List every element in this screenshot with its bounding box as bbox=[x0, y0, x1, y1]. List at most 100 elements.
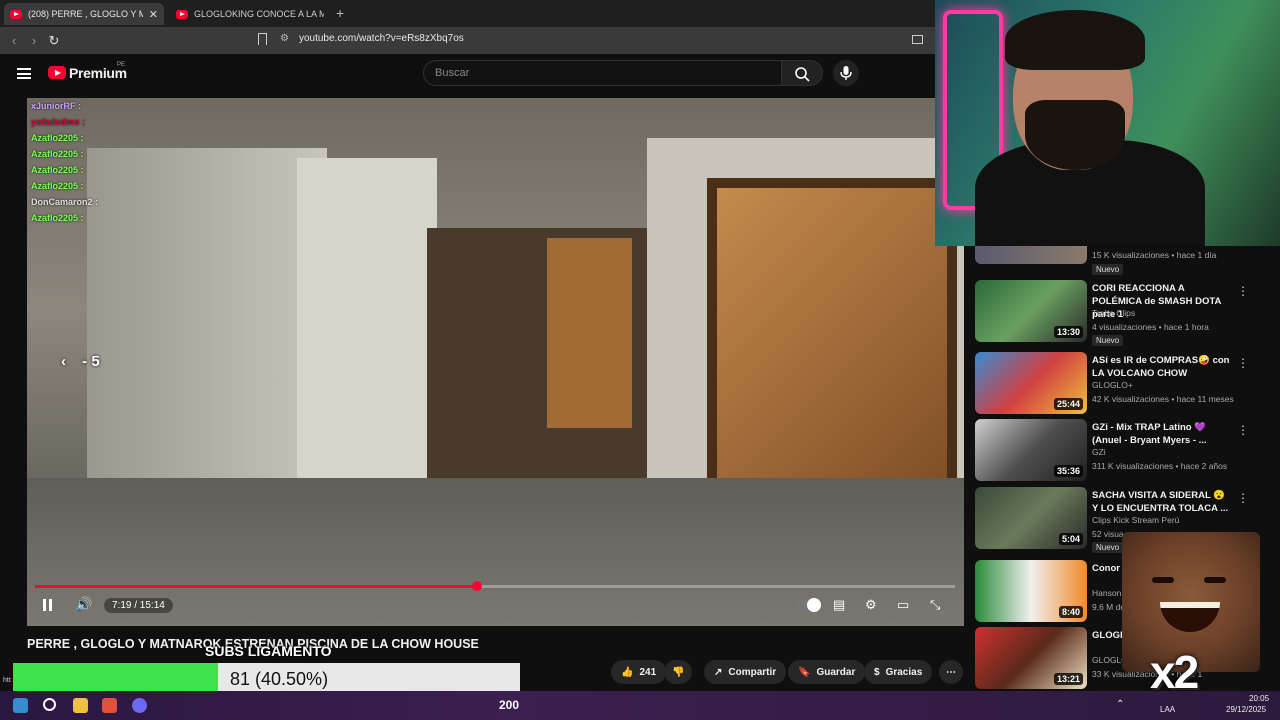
share-button[interactable]: ↗ Compartir bbox=[704, 660, 787, 684]
youtube-favicon-icon bbox=[176, 9, 188, 19]
more-options-icon[interactable]: ⋮ bbox=[1237, 423, 1249, 437]
channel-name[interactable]: Clips Kick Stream Perú bbox=[1092, 515, 1179, 525]
url-field[interactable]: ⚙ youtube.com/watch?v=eRs8zXbq7os bbox=[280, 33, 464, 44]
channel-name[interactable]: Traba Clips bbox=[1092, 308, 1135, 318]
youtube-header: Premium PE Buscar bbox=[0, 54, 935, 98]
video-thumbnail[interactable]: 25:44 bbox=[975, 352, 1087, 414]
tab-title: (208) PERRE , GLOGLO Y MAT bbox=[28, 9, 143, 19]
subs-goal-value: 81 (40.50%) bbox=[230, 669, 329, 689]
youtube-logo-icon[interactable] bbox=[48, 66, 66, 79]
new-badge: Nuevo bbox=[1092, 264, 1124, 275]
close-tab-icon[interactable]: ✕ bbox=[149, 8, 158, 21]
recommendation-item[interactable]: 15 K visualizaciones • hace 1 día Nuevo bbox=[975, 246, 1245, 275]
video-thumbnail[interactable]: 35:36 bbox=[975, 419, 1087, 481]
more-options-icon[interactable]: ⋮ bbox=[1237, 284, 1249, 298]
meme-eye bbox=[1152, 577, 1174, 583]
video-meta: 42 K visualizaciones • hace 11 meses bbox=[1092, 394, 1234, 404]
subs-goal-bar: 81 (40.50%) bbox=[13, 663, 520, 694]
recommendation-item[interactable]: 13:30 CORI REACCIONA A POLÉMICA de SMASH… bbox=[975, 280, 1249, 346]
video-meta: 311 K visualizaciones • hace 2 años bbox=[1092, 461, 1228, 471]
chat-line: Azaflo2205 : bbox=[31, 133, 84, 143]
meme-eye bbox=[1204, 577, 1226, 583]
pause-button[interactable] bbox=[43, 599, 52, 611]
share-icon: ↗ bbox=[714, 666, 723, 678]
video-thumbnail[interactable]: 5:04 bbox=[975, 487, 1087, 549]
video-meta: 9,6 M de bbox=[1092, 602, 1126, 612]
progress-bar[interactable] bbox=[35, 581, 955, 591]
language-indicator[interactable]: LAA bbox=[1160, 705, 1175, 714]
progress-scrubber[interactable] bbox=[471, 581, 482, 591]
fullscreen-icon[interactable]: ⤡ bbox=[930, 597, 940, 613]
cast-icon[interactable] bbox=[912, 35, 923, 44]
chat-line: Azaflo2205 : bbox=[31, 149, 84, 159]
more-options-icon[interactable]: ⋮ bbox=[1237, 356, 1249, 370]
site-info-icon[interactable]: ⚙ bbox=[280, 33, 289, 44]
subs-goal-fill bbox=[13, 663, 219, 694]
search-icon[interactable] bbox=[43, 698, 56, 711]
clock-time[interactable]: 20:05 bbox=[1249, 694, 1269, 703]
bookmark-icon[interactable] bbox=[258, 33, 267, 45]
search-input[interactable]: Buscar bbox=[423, 60, 782, 86]
channel-name[interactable]: GZi bbox=[1092, 447, 1106, 457]
video-meta: 52 visua bbox=[1092, 529, 1124, 539]
reload-icon[interactable]: ↻ bbox=[44, 33, 64, 49]
video-meta: 15 K visualizaciones • hace 1 día bbox=[1092, 250, 1217, 260]
video-thumbnail[interactable]: 13:21 bbox=[975, 627, 1087, 689]
forward-icon[interactable]: › bbox=[24, 33, 44, 48]
like-button[interactable]: 👍 241 bbox=[611, 660, 667, 684]
webcam-person-hair bbox=[1005, 10, 1145, 70]
recommendation-item[interactable]: 25:44 ASí es IR de COMPRAS🤪 con LA VOLCA… bbox=[975, 352, 1249, 416]
stream-chat-overlay: xJuniorRF : yoitulodmo : Azaflo2205 : Az… bbox=[31, 98, 98, 226]
video-thumbnail[interactable]: 8:40 bbox=[975, 560, 1087, 622]
menu-icon[interactable] bbox=[17, 68, 31, 79]
volume-icon[interactable]: 🔊 bbox=[75, 596, 92, 613]
tab-title: GLOGLOKING CONOCE A LA MEJOR bbox=[194, 9, 324, 19]
video-player[interactable]: xJuniorRF : yoitulodmo : Azaflo2205 : Az… bbox=[27, 98, 964, 626]
recommendation-item[interactable]: 35:36 GZi - Mix TRAP Latino 💜 (Anuel - B… bbox=[975, 419, 1249, 483]
chat-line: DonCamaron2 : bbox=[31, 197, 99, 207]
video-title[interactable]: ASí es IR de COMPRAS🤪 con LA VOLCANO CHO… bbox=[1092, 354, 1232, 380]
subtitles-icon[interactable]: ▤ bbox=[833, 597, 845, 613]
new-badge: Nuevo bbox=[1092, 542, 1124, 553]
thumbs-down-icon: 👎 bbox=[672, 666, 685, 678]
video-thumbnail[interactable]: 13:30 bbox=[975, 280, 1087, 342]
thanks-button[interactable]: $ Gracias bbox=[864, 660, 933, 684]
autoplay-toggle[interactable] bbox=[797, 598, 821, 612]
video-duration: 13:30 bbox=[1053, 326, 1083, 338]
like-count: 241 bbox=[639, 666, 657, 678]
file-explorer-icon[interactable] bbox=[73, 698, 88, 713]
more-options-icon[interactable]: ⋮ bbox=[1237, 491, 1249, 505]
settings-gear-icon[interactable]: ⚙ bbox=[865, 597, 877, 613]
save-icon: 🔖 bbox=[798, 666, 811, 678]
theater-mode-icon[interactable]: ▭ bbox=[897, 597, 909, 613]
windows-start-icon[interactable] bbox=[13, 698, 28, 713]
channel-name[interactable]: GLOGLO+ bbox=[1092, 380, 1133, 390]
video-duration: 25:44 bbox=[1053, 398, 1083, 410]
more-actions-button[interactable]: ⋯ bbox=[939, 660, 963, 684]
save-button[interactable]: 🔖 Guardar bbox=[788, 660, 866, 684]
video-duration: 8:40 bbox=[1058, 606, 1083, 618]
tab-active[interactable]: (208) PERRE , GLOGLO Y MAT ✕ bbox=[4, 3, 164, 25]
clock-date[interactable]: 29/12/2025 bbox=[1226, 705, 1266, 714]
search-icon bbox=[795, 67, 810, 82]
tab-second[interactable]: GLOGLOKING CONOCE A LA MEJOR bbox=[170, 3, 330, 25]
discord-icon[interactable] bbox=[132, 698, 147, 713]
video-duration: 13:21 bbox=[1053, 673, 1083, 685]
search-button[interactable] bbox=[781, 60, 823, 86]
video-title[interactable]: SACHA VISITA A SIDERAL 😮 Y LO ENCUENTRA … bbox=[1092, 489, 1232, 515]
streamer-webcam bbox=[935, 0, 1280, 246]
chat-line: Azaflo2205 : bbox=[31, 181, 84, 191]
microphone-icon bbox=[840, 66, 852, 80]
voice-search-button[interactable] bbox=[833, 60, 859, 86]
new-tab-button[interactable]: + bbox=[336, 5, 344, 21]
video-thumbnail[interactable] bbox=[975, 246, 1087, 264]
channel-name[interactable]: Hanson bbox=[1092, 588, 1121, 598]
video-title[interactable]: GZi - Mix TRAP Latino 💜 (Anuel - Bryant … bbox=[1092, 421, 1232, 447]
back-icon[interactable]: ‹ bbox=[4, 33, 24, 48]
seek-back-seconds: - 5 bbox=[82, 353, 100, 370]
dislike-button[interactable]: 👎 bbox=[664, 660, 693, 684]
region-label: PE bbox=[117, 62, 126, 68]
brave-browser-icon[interactable] bbox=[102, 698, 117, 713]
share-label: Compartir bbox=[728, 666, 777, 678]
tray-chevron-icon[interactable]: ⌃ bbox=[1116, 699, 1124, 710]
